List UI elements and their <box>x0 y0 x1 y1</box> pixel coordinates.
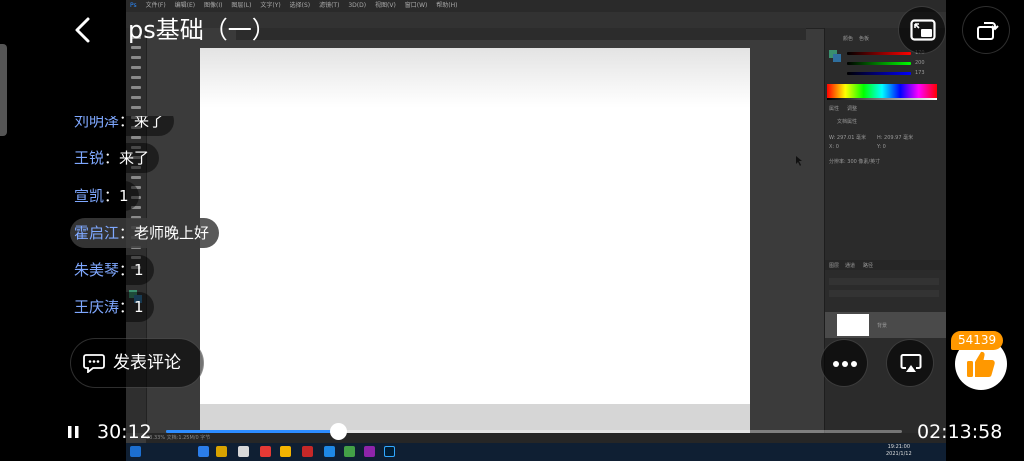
ps-menu-item: 图层(L) <box>231 2 252 9</box>
doc-properties-title: 文档属性 <box>837 119 858 125</box>
ps-menu-item: 选择(S) <box>289 2 311 9</box>
pause-icon <box>68 426 79 438</box>
doc-height: H: 209.97 毫米 <box>877 135 914 141</box>
comment-username: 刘明泽 <box>74 112 120 130</box>
airplay-button[interactable] <box>886 339 934 387</box>
rotate-icon <box>977 22 999 40</box>
ps-menubar: Ps 文件(F) 编辑(E) 图像(I) 图层(L) 文字(Y) 选择(S) 滤… <box>126 0 946 12</box>
color-spectrum <box>827 84 937 98</box>
comment-text: 老师晚上好 <box>134 224 210 242</box>
doc-x: X: 0 <box>829 144 839 150</box>
comment-text: 1 <box>134 261 144 279</box>
cursor-icon <box>796 156 802 166</box>
total-time: 02:13:58 <box>917 421 1003 443</box>
comment-text: 来了 <box>119 149 150 167</box>
swatches-tab: 色板 <box>859 36 870 42</box>
comment-item: 朱美琴：1 <box>70 255 154 285</box>
post-comment-button[interactable]: 发表评论 <box>70 338 204 388</box>
current-time: 30:12 <box>97 421 152 443</box>
comment-username: 王庆涛 <box>74 298 120 316</box>
pip-button[interactable] <box>898 6 946 54</box>
windows-taskbar: 19:21:00 2021/1/12 <box>126 443 946 461</box>
ps-menu-item: 文件(F) <box>145 2 166 9</box>
paths-tab: 路径 <box>863 263 874 269</box>
layers-tab: 图层 <box>829 263 840 269</box>
taskbar-clock: 19:21:00 2021/1/12 <box>886 444 912 457</box>
comment-item: 宣凯：1 <box>70 181 139 211</box>
progress-knob[interactable] <box>329 423 347 440</box>
pip-icon <box>910 19 936 41</box>
ps-menu-item: 窗口(W) <box>404 2 428 9</box>
ps-logo: Ps <box>130 2 137 9</box>
doc-resolution: 分辨率: 300 像素/英寸 <box>829 159 881 165</box>
back-icon <box>75 17 90 43</box>
layer-row: 背景 <box>825 312 946 338</box>
like-count: 54139 <box>951 331 1004 350</box>
video-frame[interactable]: Ps 文件(F) 编辑(E) 图像(I) 图层(L) 文字(Y) 选择(S) 滤… <box>126 0 946 461</box>
comment-username: 宣凯 <box>74 187 105 205</box>
comment-icon <box>83 354 105 373</box>
color-tab: 颜色 <box>843 36 854 42</box>
ps-menu-item: 编辑(E) <box>174 2 196 9</box>
video-title: ps基础（一） <box>128 16 276 44</box>
comment-text: 1 <box>134 298 144 316</box>
ps-menu-item: 文字(Y) <box>260 2 281 9</box>
properties-tab: 属性 <box>829 106 840 112</box>
back-button[interactable] <box>66 12 102 48</box>
doc-y: Y: 0 <box>877 144 886 150</box>
ps-menu-item: 3D(D) <box>348 2 367 9</box>
rotate-button[interactable] <box>962 6 1010 54</box>
comment-username: 王锐 <box>74 149 105 167</box>
comment-item: 王锐：来了 <box>70 143 160 173</box>
ps-menu-item: 滤镜(T) <box>319 2 340 9</box>
comment-item: 王庆涛：1 <box>70 292 154 322</box>
more-icon <box>833 361 857 367</box>
thumbs-up-icon <box>967 351 995 377</box>
doc-width: W: 297.01 毫米 <box>829 135 867 141</box>
channels-tab: 通道 <box>845 263 856 269</box>
ps-menu-item: 视图(V) <box>375 2 396 9</box>
airplay-icon <box>900 354 922 372</box>
ps-menu-item: 帮助(H) <box>436 2 458 9</box>
adjustments-tab: 调整 <box>847 106 858 112</box>
pause-button[interactable] <box>64 421 84 443</box>
ps-menu-item: 图像(I) <box>204 2 223 9</box>
color-g-value: 200 <box>915 60 925 66</box>
progress-bar[interactable] <box>166 423 902 440</box>
ps-canvas[interactable] <box>200 48 802 404</box>
comment-username: 霍启江 <box>74 224 120 242</box>
layer-name: 背景 <box>877 323 888 329</box>
post-comment-label: 发表评论 <box>113 353 181 373</box>
progress-fill <box>166 430 339 433</box>
comment-username: 朱美琴 <box>74 261 120 279</box>
more-button[interactable] <box>820 339 868 387</box>
ps-statusbar: 33.33% 文档:1.25M/0 字节 <box>146 433 946 443</box>
comment-text: 1 <box>119 187 129 205</box>
side-drawer-handle[interactable] <box>0 44 7 136</box>
color-b-value: 173 <box>915 70 925 76</box>
comment-item: 霍启江：老师晚上好 <box>70 218 220 248</box>
